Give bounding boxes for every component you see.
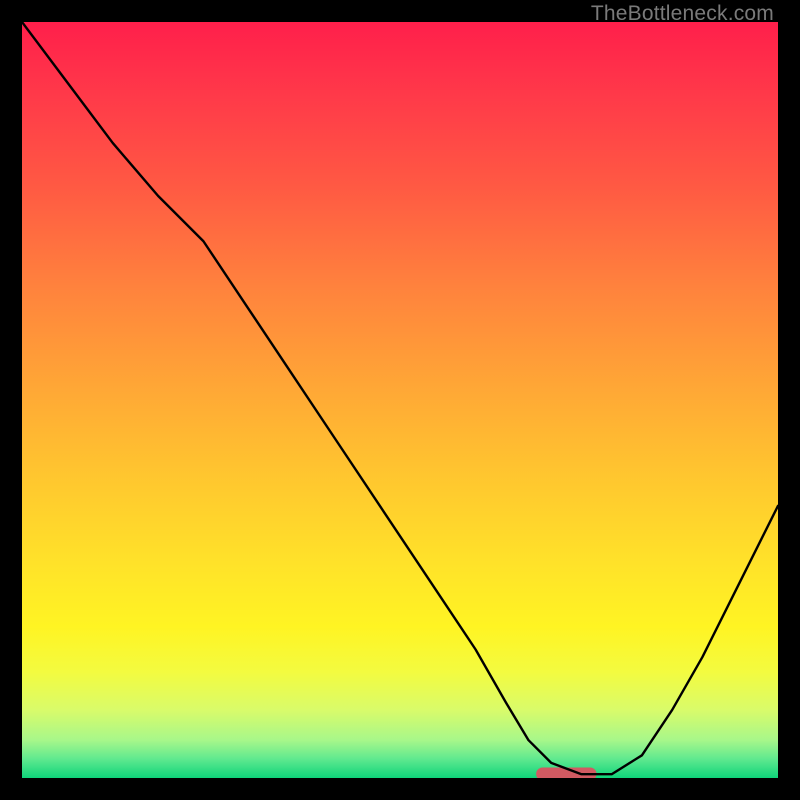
plot-area bbox=[22, 22, 778, 778]
watermark-text: TheBottleneck.com bbox=[591, 2, 774, 26]
chart-frame: TheBottleneck.com bbox=[0, 0, 800, 800]
chart-svg bbox=[22, 22, 778, 778]
gradient-background bbox=[22, 22, 778, 778]
